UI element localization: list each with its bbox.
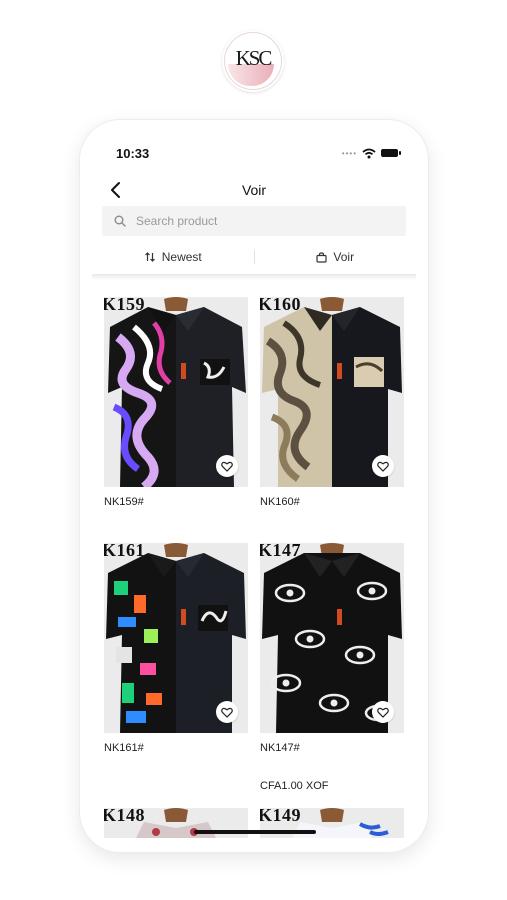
favorite-button[interactable] [216, 701, 238, 723]
product-card[interactable]: K160 NK160# [260, 297, 404, 508]
product-image[interactable]: K161 [104, 543, 248, 733]
product-price: CFA1.00 XOF [260, 780, 329, 792]
product-card[interactable]: K159 NK159# [104, 297, 248, 508]
product-card[interactable]: K147 NK147# CFA1.00 XOF [260, 543, 404, 792]
heart-icon [221, 707, 233, 718]
product-code: K159 [104, 297, 146, 314]
favorite-button[interactable] [372, 701, 394, 723]
home-indicator[interactable] [194, 830, 316, 834]
favorite-button[interactable] [216, 455, 238, 477]
product-image[interactable]: K159 [104, 297, 248, 487]
heart-icon [221, 461, 233, 472]
heart-icon [377, 461, 389, 472]
product-code: K161 [104, 543, 146, 560]
product-code: K147 [260, 543, 302, 560]
brand-logo: KSC [222, 30, 284, 92]
product-code: K149 [260, 808, 302, 825]
logo-monogram: KSC [235, 46, 273, 70]
product-name: NK147# [260, 742, 300, 754]
phone-frame: 10:33 •••• Voir Newest [80, 120, 428, 852]
product-image[interactable]: K160 [260, 297, 404, 487]
product-grid: K159 NK159# K160 NK160# K161 NK161# K147… [80, 120, 428, 852]
product-name: NK160# [260, 496, 300, 508]
product-code: K160 [260, 297, 302, 314]
product-name: NK161# [104, 742, 144, 754]
product-image[interactable]: K147 [260, 543, 404, 733]
product-name: NK159# [104, 496, 144, 508]
favorite-button[interactable] [372, 455, 394, 477]
product-card[interactable]: K161 NK161# [104, 543, 248, 754]
product-code: K148 [104, 808, 146, 825]
heart-icon [377, 707, 389, 718]
